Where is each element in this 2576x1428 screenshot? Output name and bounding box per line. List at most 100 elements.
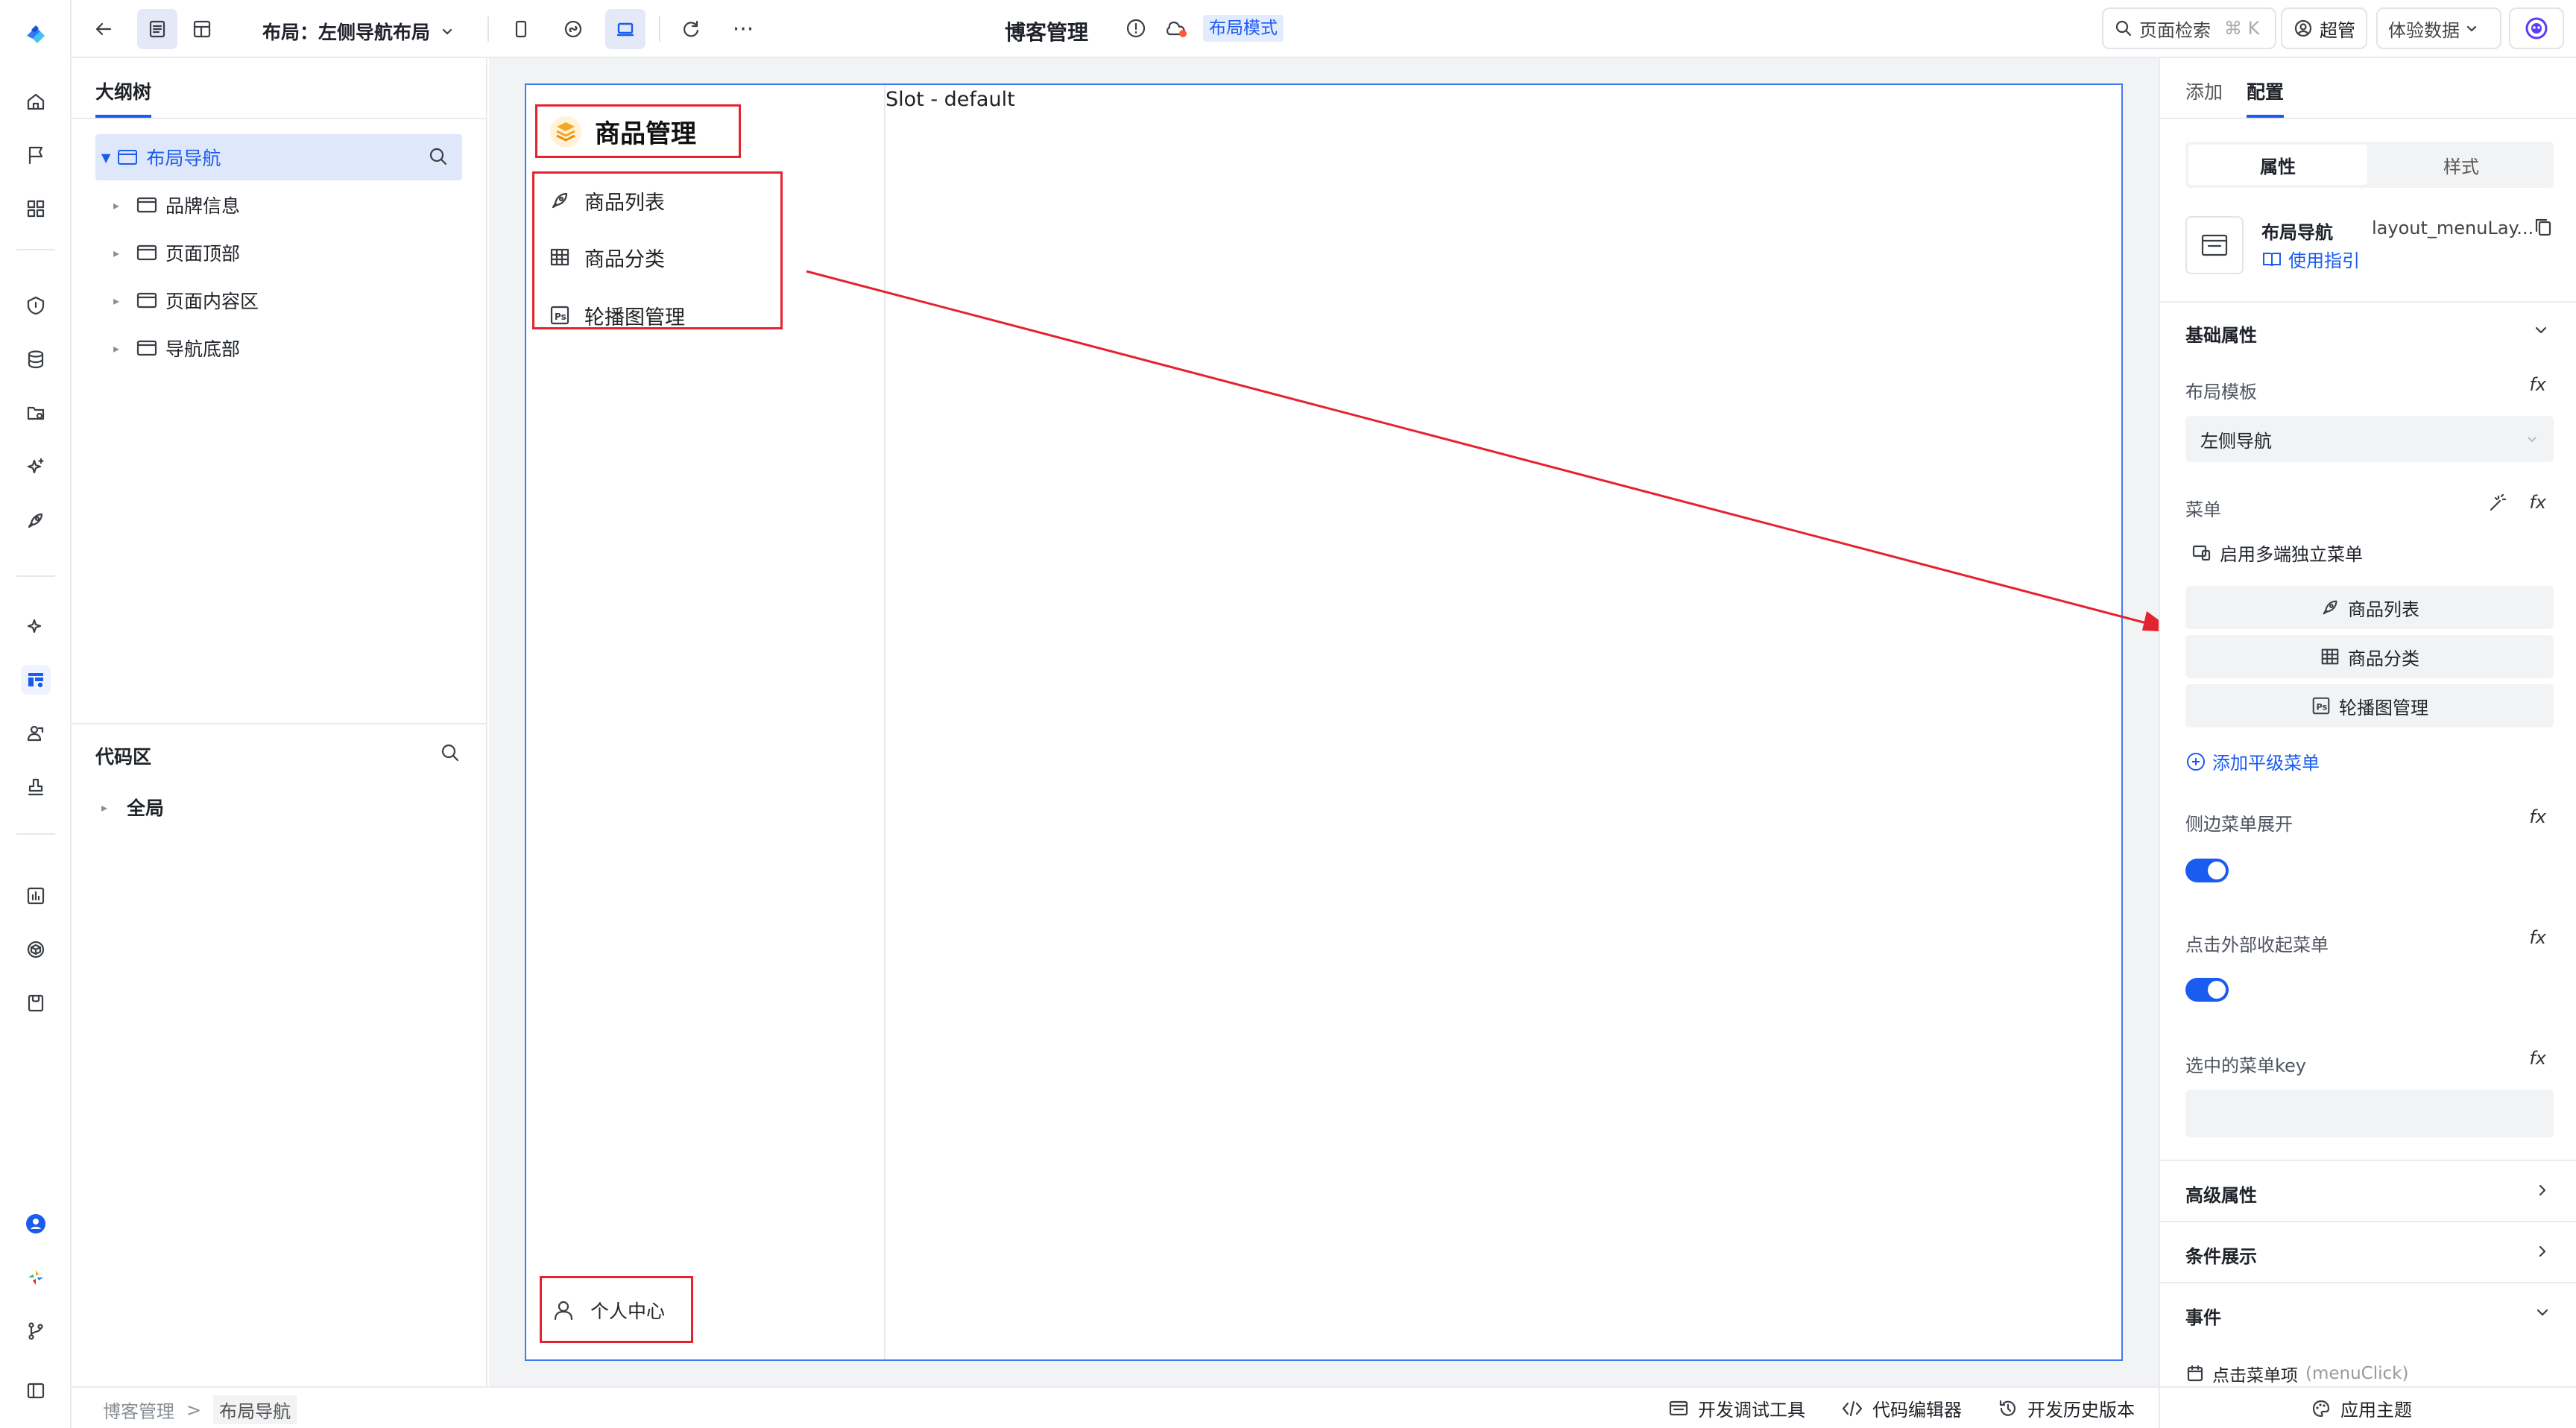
tree-node-brand[interactable]: ▸ 品牌信息 [113,182,240,228]
page-view-icon[interactable] [137,9,177,49]
book-icon [2263,252,2281,266]
logo-icon[interactable] [21,18,51,48]
click-outside-toggle[interactable] [2185,978,2229,1002]
more-menu-icon[interactable]: ··· [723,9,763,49]
side-expand-toggle[interactable] [2185,859,2229,882]
info-icon[interactable] [1124,16,1148,40]
nav-item-product-category[interactable]: 商品分类 [549,236,665,279]
layout-preview-frame[interactable]: Slot - default 商品管理 商品列表 商品分类 Ps 轮播图管理 个… [525,83,2123,1361]
page-search-button[interactable]: 页面检索 ⌘ K [2102,7,2276,49]
slot-default-label: Slot - default [886,88,1015,111]
tree-node-content[interactable]: ▸ 页面内容区 [113,277,259,323]
layout-view-icon[interactable] [182,9,222,49]
users-icon[interactable] [21,718,51,748]
tab-outline[interactable]: 大纲树 [95,78,152,118]
assistant-button[interactable] [2509,7,2564,49]
cloud-status-icon[interactable] [1163,16,1190,40]
profile-icon[interactable] [21,1209,51,1239]
section-advanced[interactable]: 高级属性 [2160,1160,2576,1221]
experience-data-dropdown[interactable]: 体验数据 [2376,7,2501,49]
code-tree-global[interactable]: ▸ 全局 [101,784,164,830]
nav-item-product-list[interactable]: 商品列表 [549,179,665,222]
selected-key-label: 选中的菜单key [2185,1055,2307,1076]
database-icon[interactable] [21,344,51,374]
page-layout-icon[interactable] [21,665,51,695]
console-icon [1669,1400,1688,1415]
home-icon[interactable] [21,86,51,116]
stamp-icon[interactable] [21,772,51,802]
shield-icon[interactable] [21,291,51,320]
dev-debug-tool-button[interactable]: 开发调试工具 [1668,1395,1805,1421]
calendar-icon [2187,1365,2203,1382]
brand-block[interactable]: 商品管理 [549,113,696,150]
rocket-icon [2323,600,2337,615]
selected-key-input[interactable] [2185,1090,2554,1137]
menu-config-item-product-category[interactable]: 商品分类 [2185,635,2554,678]
chevron-down-icon[interactable] [2533,322,2549,338]
layout-template-select[interactable]: 左侧导航 [2185,416,2554,462]
refresh-icon[interactable] [671,9,711,49]
breadcrumb-item-current[interactable]: 布局导航 [213,1395,297,1424]
chevron-down-icon [2466,25,2477,32]
menu-config-item-label: 商品分类 [2348,648,2419,669]
history-icon [1999,1400,2016,1416]
nav-item-banner[interactable]: Ps 轮播图管理 [549,294,685,337]
code-editor-button[interactable]: 代码编辑器 [1841,1395,1962,1421]
menu-config-item-banner[interactable]: Ps 轮播图管理 [2185,684,2554,727]
fx-icon[interactable]: fx [2529,374,2546,395]
copy-icon[interactable] [2533,216,2554,238]
experience-data-label: 体验数据 [2388,19,2460,41]
collapse-sidebar-icon[interactable] [21,1376,51,1406]
app-theme-button[interactable]: 应用主题 [2311,1395,2412,1421]
search-shortcut: ⌘ K [2224,18,2260,39]
segment-properties[interactable]: 属性 [2188,145,2367,185]
person-icon [554,1301,573,1321]
layout-component-icon [2201,234,2228,256]
sparkle-icon[interactable] [21,452,51,481]
segment-control: 属性 样式 [2185,142,2554,188]
miniprogram-preview-icon[interactable] [553,9,593,49]
mobile-preview-icon[interactable] [501,9,541,49]
add-sibling-menu-button[interactable]: 添加平级菜单 [2185,748,2320,774]
cube-icon[interactable] [21,935,51,964]
multi-device-menu-option[interactable]: 启用多端独立菜单 [2191,540,2363,566]
code-search-icon[interactable] [438,741,462,765]
nav-footer-profile[interactable]: 个人中心 [552,1294,665,1327]
chart-icon[interactable] [21,881,51,911]
event-menu-click[interactable]: 点击菜单项 (menuClick) [2185,1361,2408,1386]
apps-icon[interactable] [21,194,51,224]
segment-styles[interactable]: 样式 [2372,145,2551,185]
dev-history-button[interactable]: 开发历史版本 [1998,1395,2135,1421]
back-arrow-icon[interactable] [83,9,124,49]
tree-node-layout-nav[interactable]: ▼ 布局导航 [101,134,221,180]
ai-sparkle-icon[interactable] [21,611,51,641]
add-sibling-menu-label: 添加平级菜单 [2212,753,2320,774]
fx-icon[interactable]: fx [2529,492,2546,513]
save-box-icon[interactable] [21,988,51,1018]
flag-icon[interactable] [21,140,51,170]
outline-search-icon[interactable] [426,145,450,168]
layout-selector[interactable]: 布局：左侧导航布局 [262,18,454,45]
section-events[interactable]: 事件 点击菜单项 (menuClick) [2160,1282,2576,1386]
layout-template-value: 左侧导航 [2200,430,2272,452]
tab-config[interactable]: 配置 [2247,78,2285,118]
section-basic-props[interactable]: 基础属性 [2185,320,2257,347]
folder-icon[interactable] [21,398,51,428]
fx-icon[interactable]: fx [2529,806,2546,827]
plugin-icon[interactable] [21,1263,51,1292]
branch-icon[interactable] [21,1316,51,1346]
user-button[interactable]: 超管 [2281,7,2367,49]
fx-icon[interactable]: fx [2529,1048,2546,1069]
breadcrumb-item[interactable]: 博客管理 [103,1397,174,1423]
tree-node-footer[interactable]: ▸ 导航底部 [113,325,240,371]
magic-wand-icon[interactable] [2487,492,2509,514]
tab-add[interactable]: 添加 [2185,78,2223,104]
usage-guide-link[interactable]: 使用指引 [2261,246,2360,272]
menu-config-item-product-list[interactable]: 商品列表 [2185,586,2554,629]
rocket-icon[interactable] [21,505,51,535]
tree-node-header[interactable]: ▸ 页面顶部 [113,230,240,276]
section-conditional[interactable]: 条件展示 [2160,1221,2576,1282]
desktop-preview-icon[interactable] [605,9,645,49]
fx-icon[interactable]: fx [2529,927,2546,948]
user-name: 超管 [2320,19,2355,41]
